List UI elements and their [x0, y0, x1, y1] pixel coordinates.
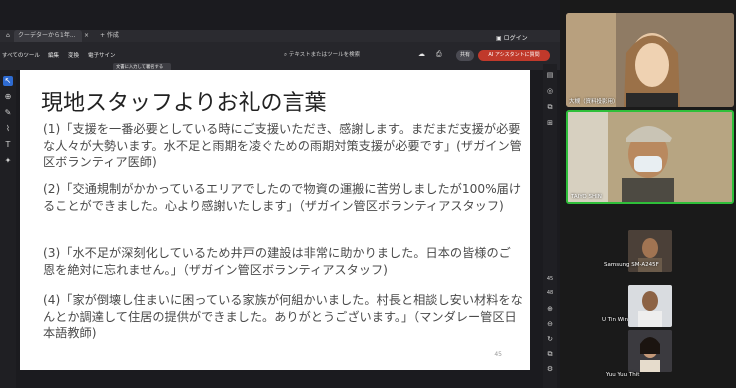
bell-icon[interactable]: ▣	[496, 35, 502, 42]
stamp-icon[interactable]: ✦	[3, 156, 13, 166]
bookmark-icon[interactable]: ⧉	[545, 102, 555, 112]
menu-all-tools[interactable]: すべてのツール	[2, 51, 40, 59]
attachment-icon[interactable]: ⊞	[545, 118, 555, 128]
participant-tile-2-active[interactable]: TAIYO SHIN	[566, 110, 734, 204]
refresh-icon[interactable]: ↻	[545, 334, 555, 344]
current-page[interactable]: 45	[543, 276, 557, 282]
participant-video	[568, 112, 732, 202]
tool-search[interactable]: ⌕ テキストまたはツールを検索	[284, 49, 392, 61]
comment-icon[interactable]: ◎	[545, 86, 555, 96]
sidebar-icon[interactable]: ▤	[545, 70, 555, 80]
app-toolbar: すべてのツール 編集 変換 電子サイン ⌕ テキストまたはツールを検索 ☁ ⎙ …	[0, 42, 560, 70]
left-tool-rail: ↖ ⊕ ✎ ⌇ T ✦	[0, 70, 16, 388]
pen-icon[interactable]: ✎	[3, 108, 13, 118]
zoom-out-icon[interactable]: ⊖	[545, 319, 555, 329]
quote-2: (2)「交通規制がかかっているエリアでしたので物資の運搬に苦労しましたが100%…	[43, 182, 522, 213]
slide-page-number: 45	[494, 351, 502, 358]
participant-name-2: TAIYO SHIN	[571, 194, 602, 200]
participant-name-4: U Tin Win	[602, 317, 629, 323]
print-icon[interactable]: ⎙	[436, 50, 442, 59]
participant-video	[566, 13, 734, 107]
search-icon: ⌕	[284, 52, 288, 58]
login-area: ▣ ログイン	[496, 33, 528, 42]
slide-page: 現地スタッフよりお礼の言葉 (1)「支援を一番必要としている時にご支援いただき、…	[20, 70, 530, 370]
browser-tab[interactable]: クーデターから1年...	[14, 30, 82, 42]
slide-title: 現地スタッフよりお礼の言葉	[41, 91, 327, 116]
text-tool-icon[interactable]: T	[3, 140, 13, 150]
participant-tile-4[interactable]	[628, 285, 672, 327]
total-pages: 48	[546, 290, 554, 296]
participant-tile-1[interactable]: 大槻（資料投影用）	[566, 13, 734, 107]
ai-assistant-button[interactable]: AI アシスタントに質問	[478, 50, 550, 61]
login-button[interactable]: ログイン	[504, 35, 528, 42]
share-button[interactable]: 共有	[456, 50, 474, 61]
new-tab-button[interactable]: + 作成	[96, 30, 123, 42]
close-tab-icon[interactable]: ×	[80, 30, 93, 42]
zoom-in-icon[interactable]: ⊕	[545, 304, 555, 314]
participant-name-1: 大槻（資料投影用）	[569, 99, 619, 105]
participant-video	[628, 285, 672, 327]
settings-icon[interactable]: ⚙	[545, 364, 555, 374]
highlight-icon[interactable]: ⌇	[3, 124, 13, 134]
menu-convert[interactable]: 変換	[68, 51, 79, 59]
select-tool-icon[interactable]: ↖	[3, 76, 13, 86]
browser-tab-bar: ⌂ クーデターから1年... × + 作成	[0, 30, 560, 42]
quote-4: (4)「家が倒壊し住まいに困っている家族が何組かいました。村長と相談し安い材料を…	[43, 293, 523, 340]
participant-name-3: Samsung SM-A245F	[604, 262, 659, 268]
participant-tile-5[interactable]	[628, 330, 672, 372]
zoom-icon[interactable]: ⊕	[3, 92, 13, 102]
shared-screen: ⌂ クーデターから1年... × + 作成 すべてのツール 編集 変換 電子サイ…	[0, 0, 560, 388]
menu-edit[interactable]: 編集	[48, 51, 59, 59]
participant-name-5: Yuu Yuu Thit	[606, 372, 640, 378]
participant-video	[628, 330, 672, 372]
menu-e-sign[interactable]: 電子サイン	[88, 51, 116, 59]
quote-3: (3)「水不足が深刻化しているため井戸の建設は非常に助かりました。日本の皆様のご…	[43, 246, 511, 277]
copy-icon[interactable]: ⧉	[545, 349, 555, 359]
right-tool-rail: ▤ ◎ ⧉ ⊞ 45 48 ⊕ ⊖ ↻ ⧉ ⚙	[543, 64, 557, 388]
home-icon[interactable]: ⌂	[2, 30, 14, 42]
cloud-icon[interactable]: ☁	[418, 50, 425, 58]
tab-title: クーデターから1年...	[18, 32, 76, 39]
search-placeholder: テキストまたはツールを検索	[288, 52, 361, 58]
quote-1: (1)「支援を一番必要としている時にご支援いただき、感謝します。まだまだ支援が必…	[43, 122, 522, 169]
